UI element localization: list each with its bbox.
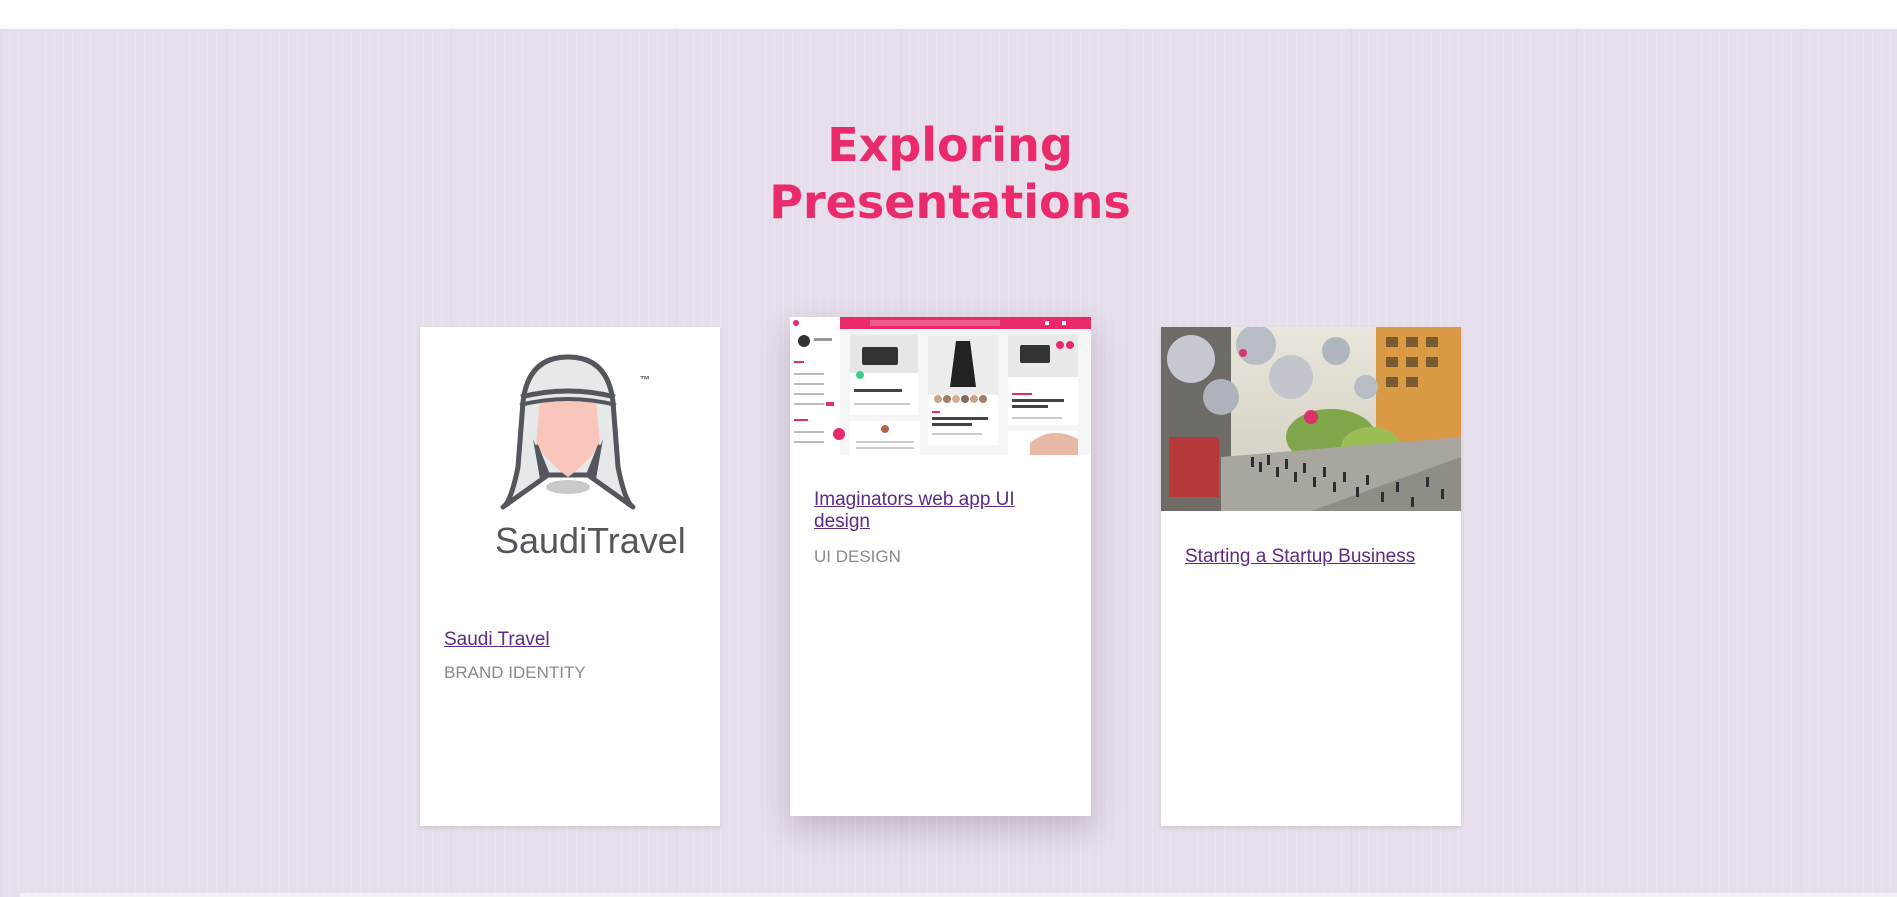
card-title-link-saudi-travel[interactable]: Saudi Travel (444, 629, 704, 651)
card-title-link-startup-business[interactable]: Starting a Startup Business (1185, 546, 1445, 568)
section-title-line-2: Presentations (769, 175, 1131, 229)
saudi-travel-logo-text: SaudiTravel (495, 520, 686, 561)
card-category-imaginators: UI DESIGN (814, 547, 901, 566)
presentation-card-saudi-travel[interactable]: ™ SaudiTravel Saudi Travel BRAND IDENTIT… (420, 327, 720, 826)
card-title-link-imaginators[interactable]: Imaginators web app UI design (814, 489, 1074, 533)
card-category-saudi-travel: BRAND IDENTITY (444, 663, 586, 682)
saudi-travel-logo-image: ™ SaudiTravel (420, 327, 720, 587)
bottom-divider (20, 893, 1897, 897)
trademark-mark: ™ (640, 375, 650, 386)
plaza-crowd-photo (1161, 327, 1461, 511)
presentation-card-imaginators[interactable]: Imaginators web app UI design UI DESIGN (790, 317, 1091, 816)
top-bar (0, 0, 1897, 29)
web-app-dashboard-thumbnail (790, 317, 1091, 455)
section-title-line-1: Exploring (827, 118, 1073, 172)
section-title: Exploring Presentations (700, 117, 1200, 231)
presentation-card-startup-business[interactable]: Starting a Startup Business (1161, 327, 1461, 826)
